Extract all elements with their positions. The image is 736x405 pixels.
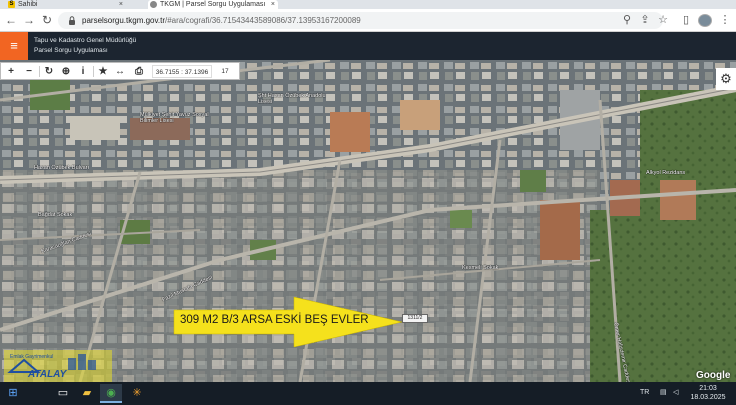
toolbar-divider xyxy=(93,66,94,77)
google-attribution: Google xyxy=(696,370,731,381)
tab-sahibinden[interactable]: S Sahibi × xyxy=(6,0,126,9)
windows-taskbar: ⊞ ▭ ▰ ◉ ✳ TR ▤ ◁ 21:03 18.03.2025 xyxy=(0,382,736,405)
url-host: parselsorgu.tkgm.gov.tr xyxy=(82,16,165,25)
close-icon[interactable]: × xyxy=(271,0,275,9)
url-field[interactable]: parselsorgu.tkgm.gov.tr/#ara/cografi/36.… xyxy=(58,12,663,29)
zoom-level-readout: 17 xyxy=(221,68,229,75)
map-poi-label: Mülkiyet Şehit Yavuz Sosyal Bilimler Lis… xyxy=(140,112,209,124)
map-toolbar: + − ↻ ⊕ i ★ ↔ ⎙ 36.7155 : 37.1396 17 xyxy=(0,62,240,80)
network-icon[interactable]: ▤ xyxy=(660,387,667,399)
tab-label: Sahibi xyxy=(18,1,38,8)
language-indicator[interactable]: TR xyxy=(640,387,649,399)
site-info-icon[interactable] xyxy=(68,16,76,25)
tab-tkgm[interactable]: TKGM | Parsel Sorgu Uygulaması × xyxy=(148,0,278,9)
hamburger-menu-icon[interactable]: ≡ xyxy=(0,32,28,60)
print-icon[interactable]: ⎙ xyxy=(131,64,147,79)
measure-icon[interactable]: ↔ xyxy=(112,64,128,79)
profile-avatar[interactable] xyxy=(698,14,712,27)
system-clock[interactable]: 21:03 18.03.2025 xyxy=(688,384,728,402)
address-bar: ← → ↻ parselsorgu.tkgm.gov.tr/#ara/cogra… xyxy=(0,9,736,32)
task-view-icon[interactable]: ▭ xyxy=(52,384,74,403)
clock-time: 21:03 xyxy=(699,385,717,392)
share-icon[interactable]: ⇪ xyxy=(638,13,652,27)
clock-date: 18.03.2025 xyxy=(690,394,726,401)
volume-icon[interactable]: ◁ xyxy=(673,387,678,399)
map-street-label: Bağdat Sokak xyxy=(38,212,73,218)
map-street-label: Kesmeli Sokak xyxy=(462,265,499,271)
annotation-text: 309 M2 B/3 ARSA ESKİ BEŞ EVLER xyxy=(180,314,369,326)
refresh-icon[interactable]: ↻ xyxy=(41,64,57,79)
pinned-app-icon[interactable]: ✳ xyxy=(126,384,148,403)
more-menu-icon[interactable]: ⋮ xyxy=(718,13,732,27)
reload-icon[interactable]: ↻ xyxy=(40,13,54,27)
app-title: Parsel Sorgu Uygulaması xyxy=(34,47,108,54)
locate-crosshair-icon[interactable]: ⊕ xyxy=(58,64,74,79)
bookmark-star-icon[interactable]: ☆ xyxy=(656,13,670,27)
app-header: ≡ Tapu ve Kadastro Genel Müdürlüğü Parse… xyxy=(0,32,736,60)
tkgm-favicon-icon xyxy=(150,1,157,8)
file-explorer-icon[interactable]: ▰ xyxy=(76,384,98,403)
forward-arrow-icon[interactable]: → xyxy=(22,13,36,27)
start-windows-icon[interactable]: ⊞ xyxy=(2,384,24,403)
chrome-browser-icon[interactable]: ◉ xyxy=(100,384,122,403)
sahibinden-favicon-icon: S xyxy=(8,1,15,8)
location-pin-icon[interactable]: ⚲ xyxy=(620,13,634,27)
info-icon[interactable]: i xyxy=(75,64,91,79)
back-arrow-icon[interactable]: ← xyxy=(4,13,18,27)
tab-label: TKGM | Parsel Sorgu Uygulaması xyxy=(160,1,266,8)
sidebar-icon[interactable]: ▯ xyxy=(679,13,693,27)
coordinate-readout: 36.7155 : 37.1396 xyxy=(152,65,212,78)
parcel-number-label[interactable]: 1311/2 xyxy=(402,314,428,323)
favorite-star-icon[interactable]: ★ xyxy=(95,64,111,79)
watermark-subtitle: Emlak Gayrimenkul xyxy=(10,354,54,360)
close-icon[interactable]: × xyxy=(119,0,123,9)
browser-window: S Sahibi × TKGM | Parsel Sorgu Uygulamas… xyxy=(0,0,736,405)
map-poi-label: Alkyol Rezidans xyxy=(646,170,686,176)
settings-gear-icon[interactable]: ⚙ xyxy=(716,68,736,90)
org-title: Tapu ve Kadastro Genel Müdürlüğü xyxy=(34,37,137,44)
tab-strip: S Sahibi × TKGM | Parsel Sorgu Uygulamas… xyxy=(0,0,736,9)
url-path: /#ara/cografi/36.71543443589086/37.13953… xyxy=(165,16,361,25)
map-street-label: Hasan Özübek Bulvarı xyxy=(34,165,90,171)
toolbar-divider xyxy=(39,66,40,77)
satellite-map[interactable]: Hasan Özübek Bulvarı Şht Hasan Özübek An… xyxy=(0,60,736,382)
zoom-in-icon[interactable]: + xyxy=(3,64,19,79)
zoom-out-icon[interactable]: − xyxy=(21,64,37,79)
map-imagery xyxy=(0,60,736,382)
map-poi-label: Şht Hasan Özübek Anadolu Lisesi xyxy=(258,93,326,105)
watermark-brand: ATALAY xyxy=(28,369,67,380)
